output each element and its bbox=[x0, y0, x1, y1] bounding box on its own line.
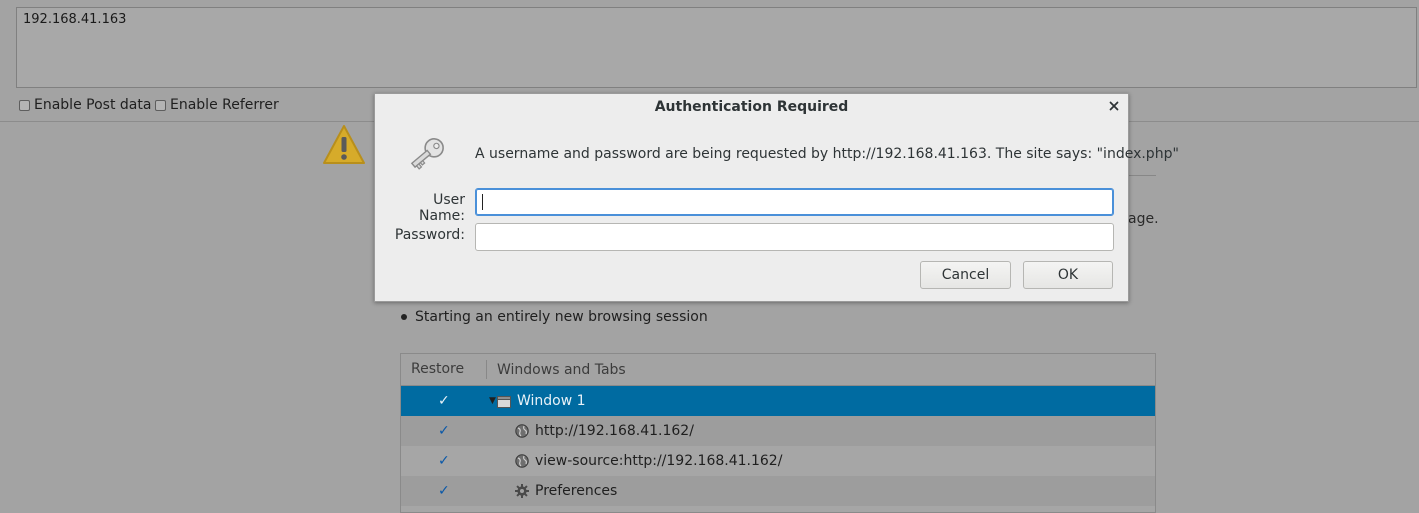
dialog-message: A username and password are being reques… bbox=[475, 146, 1179, 162]
url-textarea[interactable]: 192.168.41.163 bbox=[16, 7, 1417, 88]
tree-row-window[interactable]: ✓ ▼ Window 1 bbox=[401, 386, 1155, 416]
tree-row-tab[interactable]: ✓ view-source:http://192.168.41.162/ bbox=[401, 446, 1155, 476]
restore-check-icon[interactable]: ✓ bbox=[438, 446, 450, 476]
tree-row-label: Preferences bbox=[535, 483, 618, 499]
tree-row-tab[interactable]: ✓ http://192.168.41.162/ bbox=[401, 416, 1155, 446]
tree-row-label: view-source:http://192.168.41.162/ bbox=[535, 453, 783, 469]
tree-row-label: Window 1 bbox=[517, 393, 586, 409]
restore-check-icon[interactable]: ✓ bbox=[438, 416, 450, 446]
gear-icon bbox=[515, 484, 529, 498]
cancel-button[interactable]: Cancel bbox=[920, 261, 1011, 289]
column-header-restore[interactable]: Restore bbox=[401, 360, 487, 379]
globe-icon bbox=[515, 424, 529, 438]
enable-post-data-checkbox[interactable] bbox=[19, 99, 30, 111]
text-caret bbox=[482, 194, 483, 210]
tree-header: Restore Windows and Tabs bbox=[401, 354, 1155, 386]
enable-post-data-label: Enable Post data bbox=[34, 97, 152, 113]
expand-triangle-icon[interactable]: ▼ bbox=[489, 386, 496, 416]
ok-button[interactable]: OK bbox=[1023, 261, 1113, 289]
bullet-text: Starting an entirely new browsing sessio… bbox=[415, 309, 708, 325]
window-icon bbox=[497, 396, 511, 408]
enable-post-data-option[interactable]: Enable Post data bbox=[19, 97, 151, 113]
tree-row-tab[interactable]: ✓ Preferences bbox=[401, 476, 1155, 506]
restore-check-icon[interactable]: ✓ bbox=[438, 476, 450, 506]
close-icon[interactable] bbox=[1106, 98, 1122, 114]
column-header-windows-and-tabs[interactable]: Windows and Tabs bbox=[487, 362, 626, 378]
password-label: Password: bbox=[394, 227, 465, 243]
warning-icon bbox=[323, 125, 365, 164]
list-item: Starting an entirely new browsing sessio… bbox=[401, 309, 708, 325]
page-text-fragment: age. bbox=[1128, 211, 1159, 227]
url-text: 192.168.41.163 bbox=[23, 12, 127, 27]
globe-icon bbox=[515, 454, 529, 468]
password-input[interactable] bbox=[475, 223, 1114, 251]
enable-referrer-label: Enable Referrer bbox=[170, 97, 279, 113]
key-icon bbox=[410, 138, 444, 170]
dialog-title: Authentication Required bbox=[654, 99, 849, 115]
restore-check-icon[interactable]: ✓ bbox=[438, 386, 450, 416]
username-label: User Name: bbox=[418, 192, 465, 224]
enable-referrer-option[interactable]: Enable Referrer bbox=[155, 97, 279, 113]
authentication-dialog: Authentication Required A username and p… bbox=[374, 93, 1179, 302]
enable-referrer-checkbox[interactable] bbox=[155, 99, 166, 111]
tree-row-label: http://192.168.41.162/ bbox=[535, 423, 694, 439]
restore-session-tree[interactable]: Restore Windows and Tabs ✓ ▼ Window 1 ✓ … bbox=[400, 353, 1156, 513]
bullet-dot bbox=[401, 314, 407, 320]
username-input[interactable] bbox=[475, 188, 1114, 216]
